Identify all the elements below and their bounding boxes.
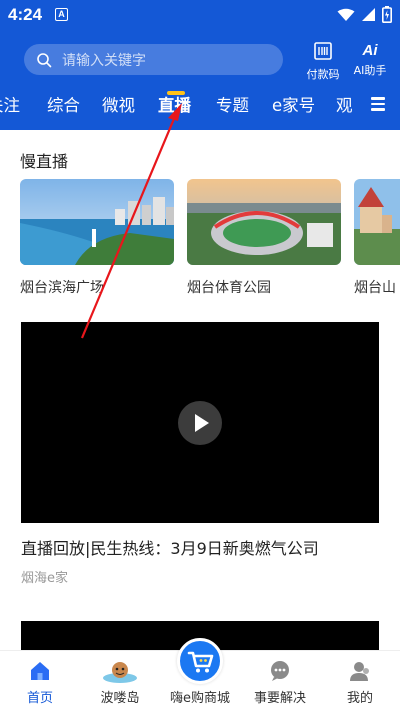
tab-general[interactable]: 综合 [47, 92, 80, 116]
video-source: 烟海e家 [21, 571, 68, 586]
live-thumbnail [20, 179, 174, 265]
battery-icon [382, 6, 392, 23]
video-title[interactable]: 直播回放|民生热线：3月9日新奥燃气公司 [21, 535, 319, 559]
play-button[interactable] [178, 401, 222, 445]
tab-more-partial[interactable]: 观 [336, 92, 353, 116]
tab-topics[interactable]: 专题 [216, 92, 249, 116]
barcode-icon [314, 42, 332, 60]
ai-icon: Ai [362, 42, 378, 59]
home-icon [31, 662, 49, 680]
tab-follow[interactable]: 关注 [0, 92, 20, 116]
search-placeholder: 请输入关键字 [62, 52, 146, 69]
live-thumbnail [187, 179, 341, 265]
channel-tabs: 关注 综合 微视 直播 专题 e家号 观 [0, 92, 368, 126]
search-bar[interactable]: 请输入关键字 [24, 44, 283, 75]
nav-mine[interactable]: 我的 [320, 651, 400, 710]
nav-service-requests[interactable]: 事要解决 [240, 651, 320, 710]
nav-label: 波喽岛 [100, 691, 140, 706]
user-icon [350, 662, 369, 681]
video-player[interactable] [21, 322, 379, 523]
live-caption: 烟台山 [354, 280, 396, 296]
live-item-binhai-square[interactable]: 烟台滨海广场 [20, 179, 174, 297]
tab-live[interactable]: 直播 [158, 92, 191, 116]
channel-menu-button[interactable] [368, 94, 388, 118]
nav-label: 嗨e购商城 [170, 691, 230, 706]
live-thumbnail [354, 179, 400, 265]
tab-ejia-account[interactable]: e家号 [272, 92, 315, 116]
live-caption: 烟台滨海广场 [20, 280, 104, 296]
ai-assistant-label: AI助手 [353, 64, 387, 77]
notification-app-icon: A [55, 8, 68, 21]
nav-boluo-island[interactable]: 波喽岛 [80, 651, 160, 710]
play-icon [195, 414, 209, 432]
live-item-yantai-hill[interactable]: 烟台山 [354, 179, 400, 297]
signal-icon [362, 8, 375, 21]
ai-assistant-button[interactable]: Ai AI助手 [348, 42, 392, 78]
tab-micro-video[interactable]: 微视 [102, 92, 135, 116]
nav-label: 首页 [26, 691, 53, 706]
search-icon [37, 52, 52, 67]
shopping-cart-icon[interactable] [177, 638, 223, 684]
active-tab-indicator [167, 91, 185, 95]
header: 请输入关键字 付款码 Ai AI助手 关注 综合 微视 直播 专题 e家号 观 [0, 30, 400, 130]
island-icon [103, 662, 137, 683]
nav-home[interactable]: 首页 [0, 651, 80, 710]
pay-code-button[interactable]: 付款码 [303, 42, 343, 82]
status-time: 4:24 [8, 5, 43, 24]
live-item-sports-park[interactable]: 烟台体育公园 [187, 179, 341, 297]
nav-label: 事要解决 [253, 691, 306, 706]
live-feed: 慢直播 烟台滨海广场 烟台体育公园 烟台山 直播回放|民生热线：3月9日新奥燃气… [0, 130, 400, 650]
wifi-icon [337, 8, 355, 21]
system-icons [337, 6, 392, 23]
pay-code-label: 付款码 [306, 68, 340, 81]
nav-label: 我的 [346, 691, 373, 706]
chat-icon [271, 661, 289, 681]
status-bar: 4:24 A [0, 0, 400, 30]
section-title: 慢直播 [20, 152, 69, 171]
live-caption: 烟台体育公园 [187, 280, 271, 296]
